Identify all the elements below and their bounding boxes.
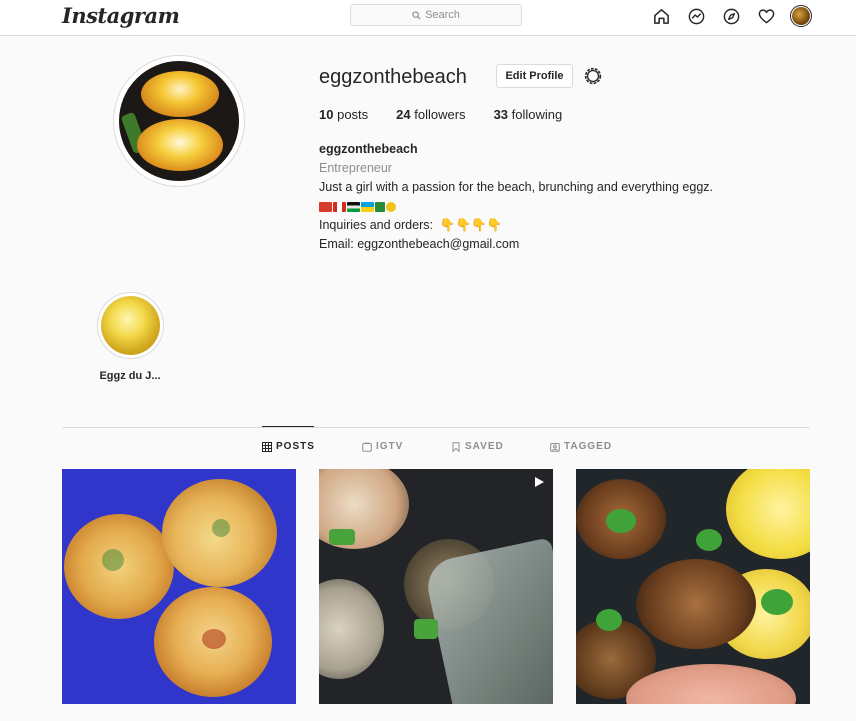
- search-placeholder: Search: [425, 9, 460, 21]
- bio-name: eggzonthebeach: [319, 142, 418, 156]
- grid-icon: [262, 441, 272, 452]
- posts-stat: 10 posts: [319, 107, 369, 122]
- search-icon: [412, 10, 421, 20]
- story-highlight[interactable]: [97, 292, 164, 359]
- profile-picture[interactable]: [113, 55, 245, 187]
- tab-tagged[interactable]: TAGGED: [550, 441, 612, 452]
- post-thumbnail[interactable]: [62, 469, 296, 704]
- profile-username: eggzonthebeach: [319, 66, 467, 88]
- profile-stats: 10 posts 24 followers 33 following: [319, 107, 562, 122]
- bio-inquiries: Inquiries and orders: 👇👇👇👇: [319, 218, 503, 232]
- nav-icons: [650, 5, 812, 27]
- bio-category: Entrepreneur: [319, 161, 392, 175]
- bio-flags-emoji: [319, 197, 713, 216]
- tabs-divider: [62, 427, 810, 428]
- top-navigation-bar: Instagram Search: [0, 0, 856, 36]
- profile-avatar[interactable]: [790, 5, 812, 27]
- tab-posts[interactable]: POSTS: [262, 441, 315, 452]
- gear-icon[interactable]: [582, 65, 604, 87]
- following-stat[interactable]: 33 following: [494, 107, 563, 122]
- explore-icon[interactable]: [720, 5, 742, 27]
- followers-stat[interactable]: 24 followers: [396, 107, 465, 122]
- search-input[interactable]: Search: [350, 4, 522, 26]
- home-icon[interactable]: [650, 5, 672, 27]
- post-thumbnail[interactable]: [319, 469, 553, 704]
- bio-email: Email: eggzonthebeach@gmail.com: [319, 237, 520, 251]
- post-thumbnail[interactable]: [576, 469, 810, 704]
- bookmark-icon: [452, 441, 460, 452]
- video-icon: [535, 477, 544, 487]
- story-highlight-label: Eggz du J...: [99, 370, 161, 382]
- tab-saved[interactable]: SAVED: [451, 441, 504, 452]
- messenger-icon[interactable]: [685, 5, 707, 27]
- heart-icon[interactable]: [755, 5, 777, 27]
- active-tab-indicator: [262, 426, 314, 427]
- tab-igtv[interactable]: IGTV: [362, 441, 403, 452]
- tag-icon: [550, 442, 560, 452]
- profile-bio: eggzonthebeach Entrepreneur Just a girl …: [319, 140, 713, 254]
- edit-profile-button[interactable]: Edit Profile: [496, 64, 573, 88]
- igtv-icon: [362, 441, 372, 452]
- instagram-logo[interactable]: Instagram: [62, 3, 180, 28]
- bio-text: Just a girl with a passion for the beach…: [319, 180, 713, 194]
